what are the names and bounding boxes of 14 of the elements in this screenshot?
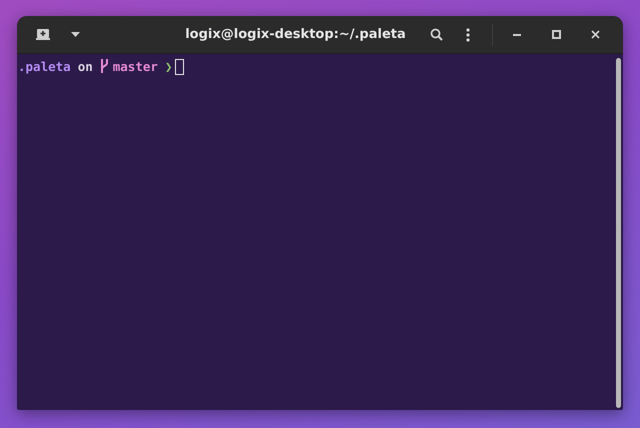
window-title: logix@logix-desktop:~/.paleta — [184, 27, 407, 42]
scrollbar-thumb[interactable] — [616, 58, 620, 408]
menu-icon — [466, 28, 470, 42]
minimize-icon — [513, 34, 521, 36]
caret-icon — [70, 32, 80, 37]
branch-name: master — [112, 58, 158, 74]
prompt-text: .paleta — [18, 58, 71, 75]
text-cursor — [175, 59, 184, 75]
search-icon — [430, 28, 442, 41]
new-tab-icon — [36, 28, 50, 41]
close-icon — [590, 30, 600, 39]
prompt-text: on — [78, 58, 93, 75]
prompt-text: ❯ — [164, 58, 172, 75]
maximize-icon — [552, 30, 560, 39]
